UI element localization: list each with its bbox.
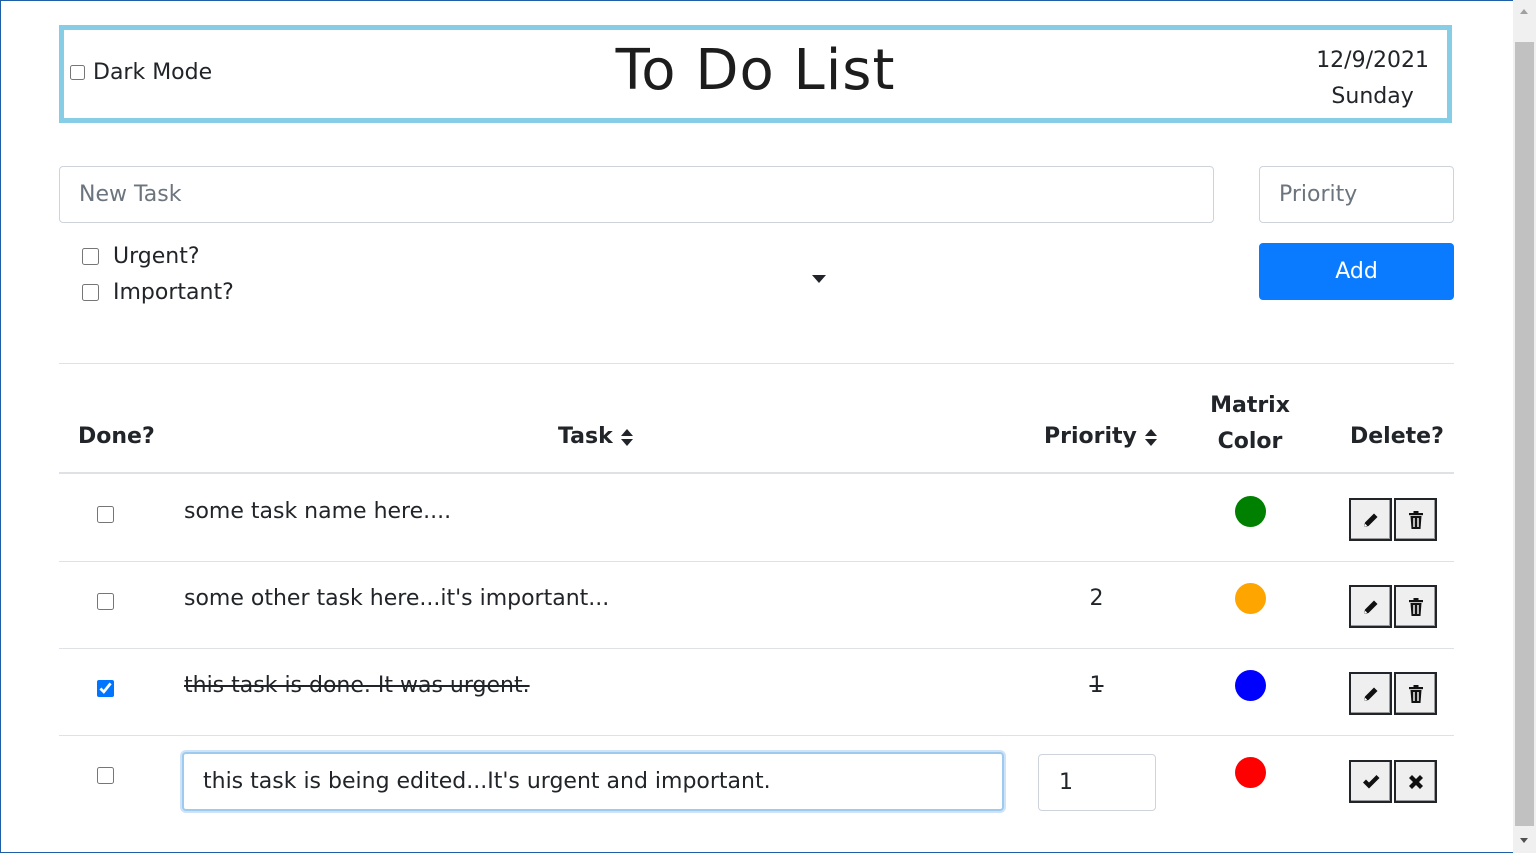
delete-button[interactable] [1394,585,1437,628]
column-header-done: Done? [78,424,155,449]
x-icon [1408,774,1423,789]
header: Dark Mode To Do List 12/9/2021 Sunday [59,25,1452,123]
page-title: To Do List [615,38,896,103]
sort-icon[interactable] [620,428,633,446]
row-actions [1349,498,1439,541]
urgent-checkbox[interactable] [82,247,99,265]
edit-button[interactable] [1349,672,1392,715]
column-header-task[interactable]: Task [558,424,633,449]
delete-button[interactable] [1394,498,1437,541]
scroll-up-arrow-icon[interactable] [1513,0,1536,24]
column-header-matrix-line2: Color [1217,429,1283,454]
important-label: Important? [113,279,234,305]
task-flags: Urgent? Important? [82,238,234,310]
column-header-matrix-line1: Matrix [1210,393,1290,418]
task-text: some task name here.... [184,499,452,524]
matrix-color-dot [1235,757,1266,788]
important-option[interactable]: Important? [82,274,234,310]
done-checkbox[interactable] [97,593,114,610]
done-checkbox[interactable] [97,680,114,697]
task-text: some other task here...it's important... [184,586,610,611]
row-actions [1349,585,1439,628]
trash-icon [1408,684,1423,703]
date-text: 12/9/2021 [1316,48,1429,73]
column-header-delete: Delete? [1350,424,1444,449]
task-text: this task is done. It was urgent. [184,673,530,698]
edit-button[interactable] [1349,585,1392,628]
matrix-color-dot [1235,496,1266,527]
matrix-color-dot [1235,583,1266,614]
cancel-button[interactable] [1394,760,1437,803]
urgent-option[interactable]: Urgent? [82,238,234,274]
matrix-color-dot [1235,670,1266,701]
column-header-matrix-color: Matrix Color [1200,388,1300,460]
important-checkbox[interactable] [82,283,99,301]
done-checkbox[interactable] [97,506,114,523]
trash-icon [1408,597,1423,616]
scrollbar-thumb[interactable] [1515,42,1534,826]
vertical-scrollbar[interactable] [1513,0,1536,853]
priority-value: 1 [1089,673,1104,698]
sort-icon[interactable] [1144,428,1157,446]
add-button[interactable]: Add [1259,243,1454,300]
column-header-priority-label: Priority [1044,424,1137,449]
pencil-icon [1363,513,1377,527]
delete-button[interactable] [1394,672,1437,715]
row-actions [1349,760,1439,803]
save-button[interactable] [1349,760,1392,803]
day-text: Sunday [1331,84,1414,109]
table-row: some other task here...it's important...… [59,562,1454,648]
priority-edit-input[interactable] [1038,754,1156,811]
pencil-icon [1363,687,1377,701]
check-icon [1362,774,1379,788]
task-edit-input[interactable] [182,752,1004,811]
row-actions [1349,672,1439,715]
table-row [59,736,1454,822]
divider [59,363,1454,364]
column-header-priority[interactable]: Priority [1044,424,1157,449]
column-header-task-label: Task [558,424,613,449]
table-header-divider [59,472,1454,474]
scroll-down-arrow-icon[interactable] [1513,829,1536,853]
trash-icon [1408,510,1423,529]
table-row: this task is done. It was urgent. 1 [59,649,1454,735]
urgent-label: Urgent? [113,243,200,269]
pencil-icon [1363,600,1377,614]
done-checkbox[interactable] [97,767,114,784]
edit-button[interactable] [1349,498,1392,541]
priority-value: 2 [1089,586,1104,611]
priority-input[interactable] [1259,166,1454,223]
table-row: some task name here.... [59,475,1454,561]
date-display: 12/9/2021 Sunday [1316,43,1429,115]
new-task-input[interactable] [59,166,1214,223]
caret-down-icon[interactable] [812,275,826,283]
